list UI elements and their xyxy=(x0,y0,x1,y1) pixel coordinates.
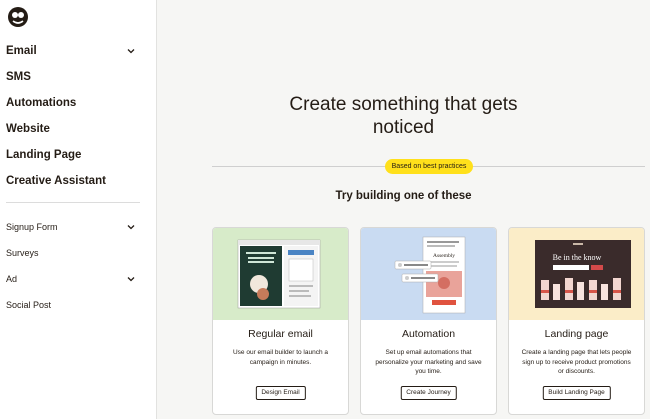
nav-item-landing-page[interactable]: Landing Page xyxy=(6,142,136,168)
nav-item-social-post[interactable]: Social Post xyxy=(6,292,136,318)
nav-item-label: SMS xyxy=(6,71,31,83)
best-practices-badge: Based on best practices xyxy=(385,159,473,174)
card-automation[interactable]: Assembly Automation Set up email automat… xyxy=(360,227,497,415)
card-title: Regular email xyxy=(248,328,313,340)
email-template-illustration xyxy=(237,239,321,309)
automation-illustration: Assembly xyxy=(394,236,466,314)
card-regular-email[interactable]: Regular email Use our email builder to l… xyxy=(212,227,349,415)
nav-item-website[interactable]: Website xyxy=(6,116,136,142)
nav-item-creative-assistant[interactable]: Creative Assistant xyxy=(6,168,136,194)
sidebar: Email SMS Automations Website Landing Pa… xyxy=(0,0,157,419)
nav-item-label: Surveys xyxy=(6,248,39,258)
nav-item-surveys[interactable]: Surveys xyxy=(6,240,136,266)
nav-item-sms[interactable]: SMS xyxy=(6,64,136,90)
automation-preview: Assembly xyxy=(361,228,496,320)
nav-item-label: Signup Form xyxy=(6,222,58,232)
card-landing-page[interactable]: Be in the know Landing page Create a lan… xyxy=(508,227,645,415)
card-title: Automation xyxy=(401,328,456,340)
landing-page-illustration: Be in the know xyxy=(535,240,631,308)
nav-item-label: Creative Assistant xyxy=(6,175,106,187)
nav-item-label: Social Post xyxy=(6,300,52,310)
chevron-down-icon xyxy=(127,225,135,230)
mailchimp-logo-icon[interactable] xyxy=(6,5,30,29)
design-email-button[interactable]: Design Email xyxy=(255,386,306,400)
card-description: Use our email builder to launch a campai… xyxy=(232,349,329,366)
page-title-line: noticed xyxy=(372,117,435,138)
nav-item-signup-form[interactable]: Signup Form xyxy=(6,214,136,240)
nav-item-label: Automations xyxy=(6,97,77,109)
nav-item-label: Ad xyxy=(6,274,18,284)
nav-item-automations[interactable]: Automations xyxy=(6,90,136,116)
landing-page-preview-heading: Be in the know xyxy=(553,253,602,262)
chevron-down-icon xyxy=(127,49,135,54)
automation-preview-heading: Assembly xyxy=(433,253,455,259)
page-title: Create something that gets noticed xyxy=(157,93,650,139)
nav-item-label: Landing Page xyxy=(6,149,82,161)
chevron-down-icon xyxy=(127,277,135,282)
nav-item-label: Email xyxy=(6,45,37,57)
card-title: Landing page xyxy=(544,328,609,340)
page-title-line: Create something that gets xyxy=(289,94,518,115)
nav-item-email[interactable]: Email xyxy=(6,38,136,64)
nav-item-ad[interactable]: Ad xyxy=(6,266,136,292)
card-description: Create a landing page that lets people s… xyxy=(521,349,632,375)
landing-page-preview: Be in the know xyxy=(509,228,644,320)
nav-item-label: Website xyxy=(6,123,50,135)
build-landing-page-button[interactable]: Build Landing Page xyxy=(542,386,611,400)
nav-primary: Email SMS Automations Website Landing Pa… xyxy=(6,38,136,194)
nav-secondary: Signup Form Surveys Ad Social Post xyxy=(6,214,136,318)
regular-email-preview xyxy=(213,228,348,320)
create-journey-button[interactable]: Create Journey xyxy=(400,386,457,400)
card-description: Set up email automations that personaliz… xyxy=(375,349,482,375)
nav-divider xyxy=(6,202,140,203)
section-subtitle: Try building one of these xyxy=(335,190,472,202)
main-content: Create something that gets noticed Based… xyxy=(157,0,650,419)
